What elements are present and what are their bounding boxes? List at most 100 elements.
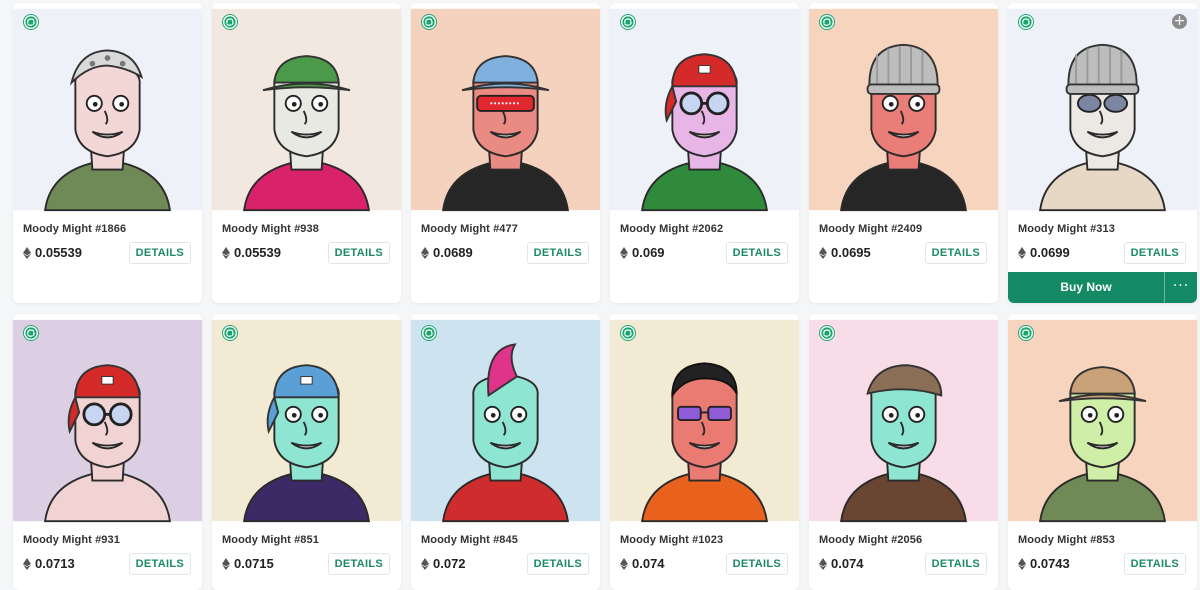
- nft-name: Moody Might #851: [222, 534, 319, 546]
- nft-price: 0.05539: [234, 245, 281, 260]
- nft-artwork: [212, 319, 401, 523]
- marketplace-logo-icon: [421, 14, 437, 30]
- nft-card[interactable]: + Moody Might #313 0.0699 DETAILS Buy No…: [1008, 3, 1197, 303]
- nft-price: 0.0699: [1030, 245, 1070, 260]
- nft-name: Moody Might #2062: [620, 223, 724, 235]
- marketplace-logo-icon: [819, 325, 835, 341]
- price-row: 0.05539: [222, 245, 281, 260]
- details-button[interactable]: DETAILS: [128, 242, 191, 264]
- eth-icon: [23, 246, 31, 259]
- price-row: 0.0715: [222, 556, 274, 571]
- details-button[interactable]: DETAILS: [526, 553, 589, 575]
- marketplace-logo-icon: [23, 14, 39, 30]
- price-row: 0.069: [620, 245, 665, 260]
- nft-artwork: [411, 319, 600, 523]
- nft-name: Moody Might #313: [1018, 223, 1115, 235]
- nft-image[interactable]: [13, 3, 202, 216]
- nft-image[interactable]: [212, 3, 401, 216]
- nft-card[interactable]: Moody Might #1866 0.05539 DETAILS: [13, 3, 202, 303]
- nft-grid: Moody Might #1866 0.05539 DETAILS Moody …: [13, 3, 1197, 590]
- price-row: 0.05539: [23, 245, 82, 260]
- add-to-cart-icon[interactable]: +: [1172, 14, 1187, 29]
- eth-icon: [23, 557, 31, 570]
- price-row: 0.074: [819, 556, 864, 571]
- details-button[interactable]: DETAILS: [725, 242, 788, 264]
- price-row: 0.072: [421, 556, 466, 571]
- eth-icon: [620, 557, 628, 570]
- nft-name: Moody Might #853: [1018, 534, 1115, 546]
- eth-icon: [819, 246, 827, 259]
- nft-card[interactable]: Moody Might #938 0.05539 DETAILS: [212, 3, 401, 303]
- nft-artwork: [809, 319, 998, 523]
- details-button[interactable]: DETAILS: [526, 242, 589, 264]
- details-button[interactable]: DETAILS: [327, 553, 390, 575]
- price-row: 0.0689: [421, 245, 473, 260]
- nft-name: Moody Might #2409: [819, 223, 923, 235]
- nft-card[interactable]: Moody Might #2056 0.074 DETAILS: [809, 314, 998, 590]
- details-button[interactable]: DETAILS: [128, 553, 191, 575]
- marketplace-logo-icon: [620, 14, 636, 30]
- details-button[interactable]: DETAILS: [1123, 242, 1186, 264]
- eth-icon: [620, 246, 628, 259]
- nft-name: Moody Might #931: [23, 534, 120, 546]
- nft-artwork: [610, 8, 799, 212]
- nft-name: Moody Might #1023: [620, 534, 724, 546]
- nft-price: 0.0695: [831, 245, 871, 260]
- nft-artwork: [809, 8, 998, 212]
- nft-name: Moody Might #2056: [819, 534, 923, 546]
- marketplace-logo-icon: [1018, 14, 1034, 30]
- marketplace-logo-icon: [620, 325, 636, 341]
- eth-icon: [1018, 557, 1026, 570]
- eth-icon: [421, 246, 429, 259]
- nft-artwork: [1008, 319, 1197, 523]
- details-button[interactable]: DETAILS: [1123, 553, 1186, 575]
- marketplace-logo-icon: [23, 325, 39, 341]
- nft-card[interactable]: Moody Might #845 0.072 DETAILS: [411, 314, 600, 590]
- buy-now-button[interactable]: Buy Now: [1008, 272, 1164, 303]
- details-button[interactable]: DETAILS: [327, 242, 390, 264]
- price-row: 0.0699: [1018, 245, 1070, 260]
- nft-price: 0.05539: [35, 245, 82, 260]
- marketplace-logo-icon: [421, 325, 437, 341]
- nft-image[interactable]: +: [1008, 3, 1197, 216]
- nft-name: Moody Might #845: [421, 534, 518, 546]
- nft-name: Moody Might #1866: [23, 223, 127, 235]
- details-button[interactable]: DETAILS: [924, 553, 987, 575]
- nft-name: Moody Might #938: [222, 223, 319, 235]
- price-row: 0.0695: [819, 245, 871, 260]
- nft-card[interactable]: Moody Might #851 0.0715 DETAILS: [212, 314, 401, 590]
- nft-image[interactable]: [809, 314, 998, 527]
- price-row: 0.074: [620, 556, 665, 571]
- nft-price: 0.072: [433, 556, 466, 571]
- nft-price: 0.0743: [1030, 556, 1070, 571]
- nft-price: 0.0715: [234, 556, 274, 571]
- nft-card[interactable]: Moody Might #2409 0.0695 DETAILS: [809, 3, 998, 303]
- nft-price: 0.069: [632, 245, 665, 260]
- eth-icon: [1018, 246, 1026, 259]
- nft-image[interactable]: [809, 3, 998, 216]
- nft-price: 0.0689: [433, 245, 473, 260]
- nft-card[interactable]: Moody Might #2062 0.069 DETAILS: [610, 3, 799, 303]
- nft-card[interactable]: Moody Might #931 0.0713 DETAILS: [13, 314, 202, 590]
- nft-price: 0.074: [831, 556, 864, 571]
- nft-image[interactable]: [212, 314, 401, 527]
- nft-card[interactable]: Moody Might #477 0.0689 DETAILS: [411, 3, 600, 303]
- nft-image[interactable]: [1008, 314, 1197, 527]
- nft-artwork: [1008, 8, 1197, 212]
- nft-image[interactable]: [610, 314, 799, 527]
- details-button[interactable]: DETAILS: [924, 242, 987, 264]
- nft-image[interactable]: [610, 3, 799, 216]
- nft-card[interactable]: Moody Might #1023 0.074 DETAILS: [610, 314, 799, 590]
- eth-icon: [819, 557, 827, 570]
- nft-card[interactable]: Moody Might #853 0.0743 DETAILS: [1008, 314, 1197, 590]
- nft-name: Moody Might #477: [421, 223, 518, 235]
- nft-image[interactable]: [411, 3, 600, 216]
- nft-artwork: [411, 8, 600, 212]
- nft-image[interactable]: [13, 314, 202, 527]
- marketplace-logo-icon: [222, 14, 238, 30]
- details-button[interactable]: DETAILS: [725, 553, 788, 575]
- nft-image[interactable]: [411, 314, 600, 527]
- nft-artwork: [13, 319, 202, 523]
- more-options-button[interactable]: ···: [1164, 272, 1197, 303]
- eth-icon: [222, 557, 230, 570]
